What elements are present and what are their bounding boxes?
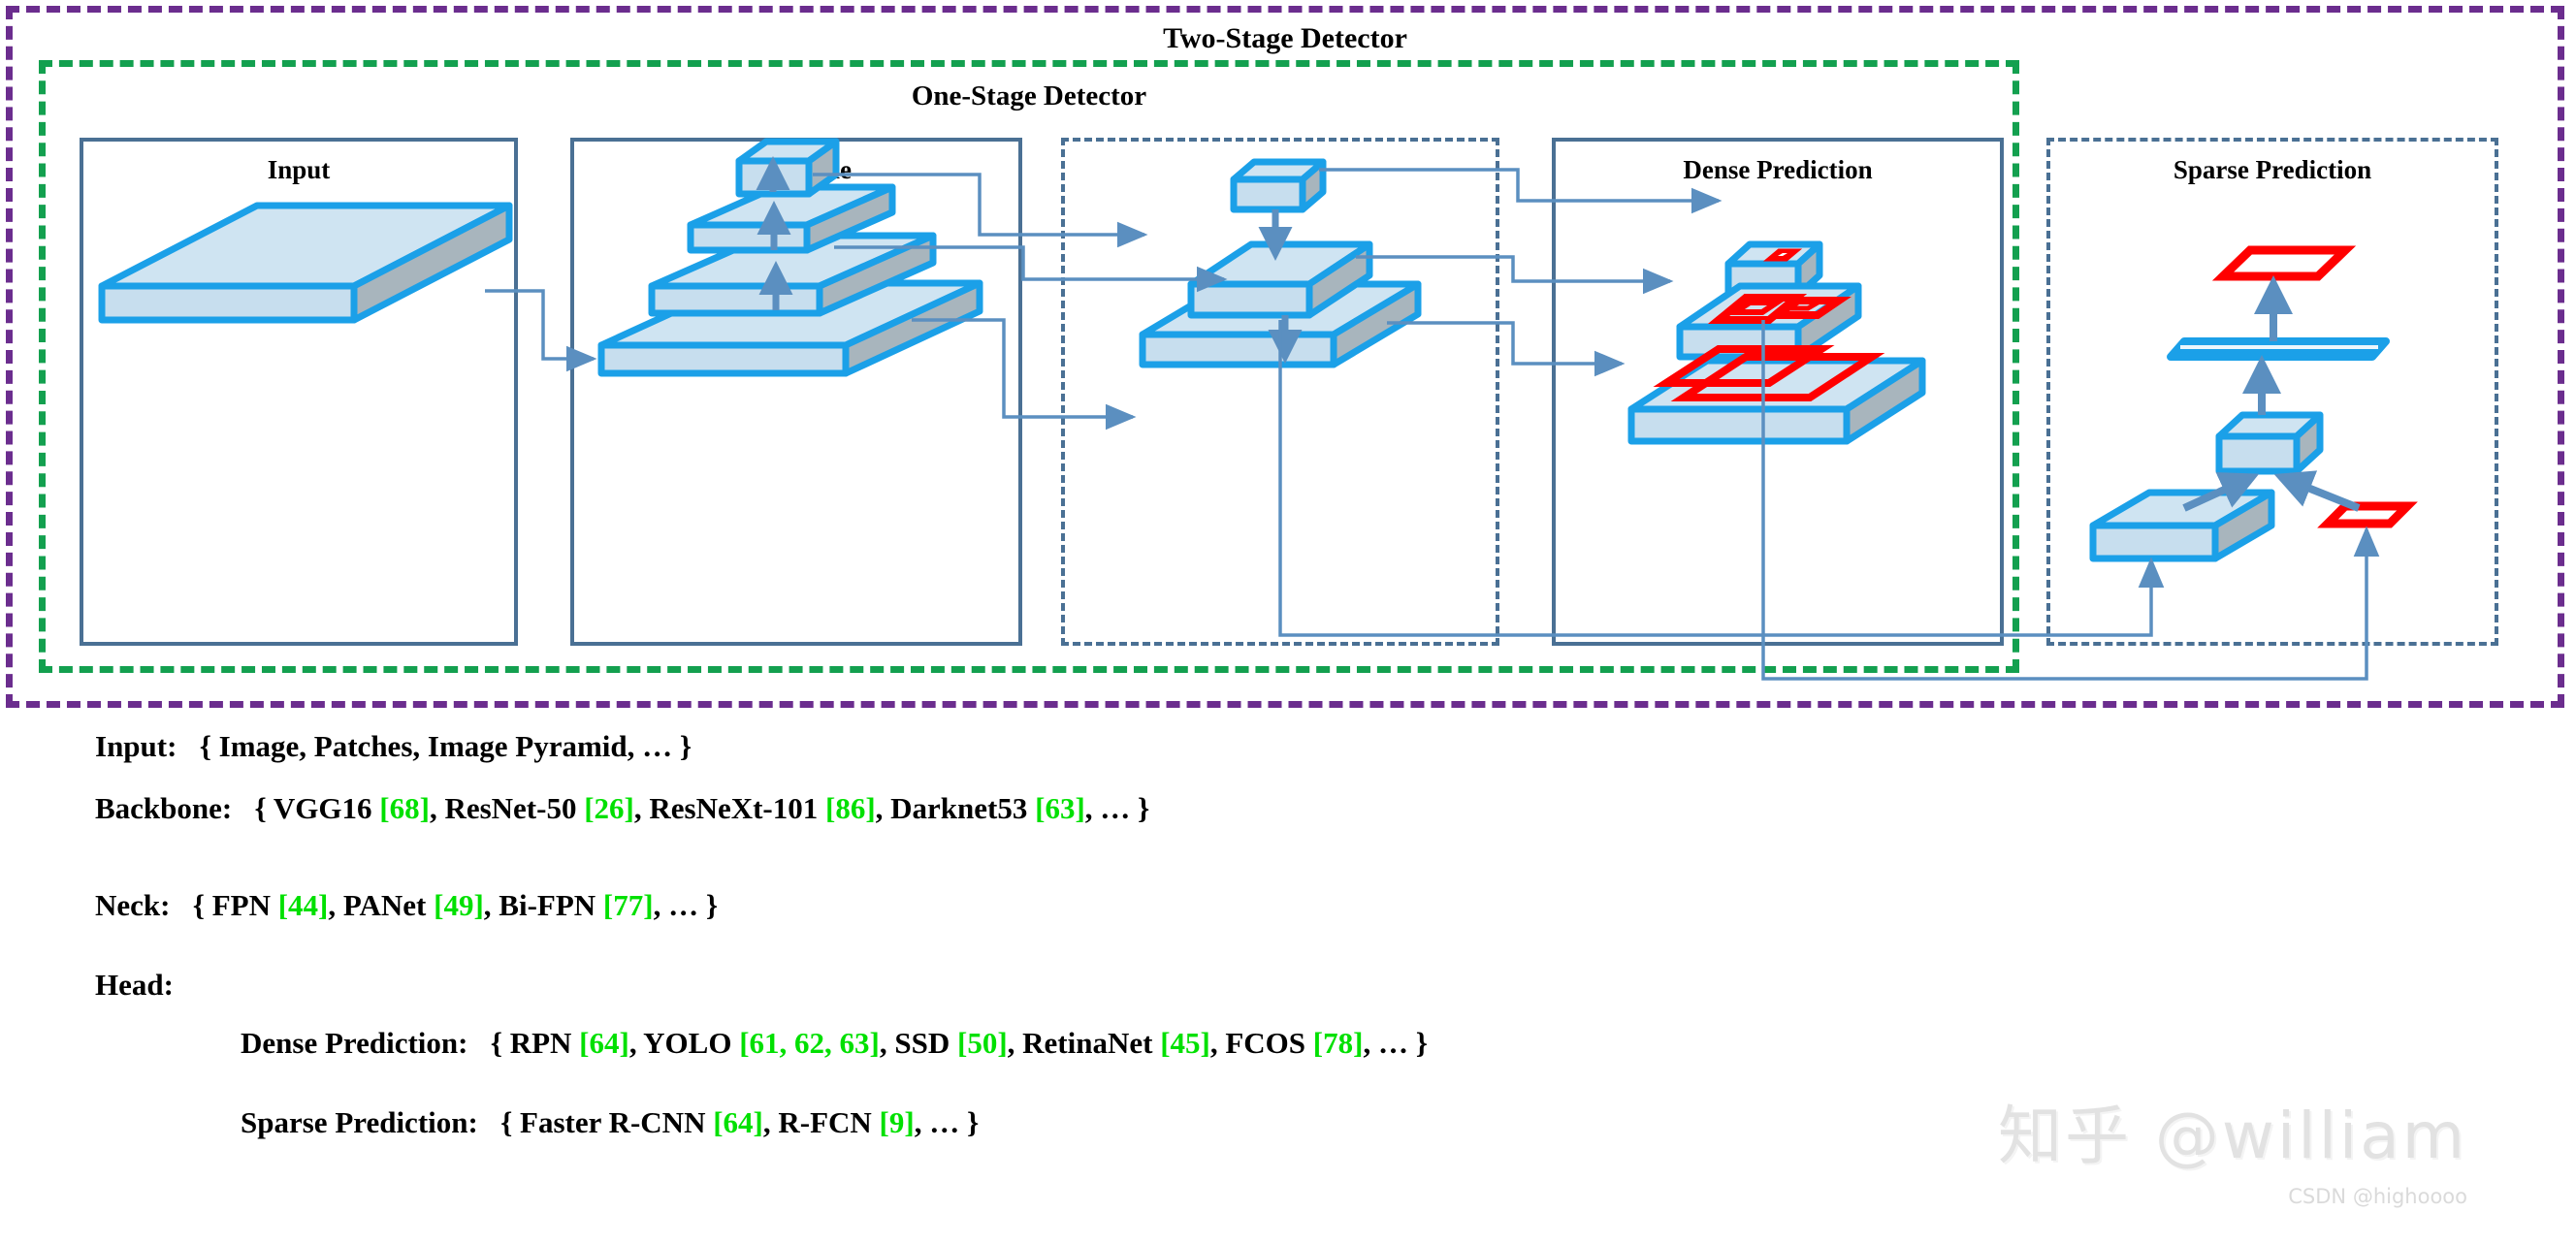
- legend-entry-name: FCOS: [1225, 1026, 1306, 1060]
- legend-entry-name: RetinaNet: [1022, 1026, 1153, 1060]
- panel-dense-prediction: Dense Prediction: [1552, 138, 2004, 646]
- legend-entry-ref: [78]: [1312, 1026, 1364, 1060]
- legend-open-backbone: {: [254, 791, 274, 825]
- legend-entry-name: R-FCN: [778, 1105, 872, 1139]
- legend-entry-ref: [44]: [277, 888, 329, 922]
- legend-label-head: Head:: [95, 968, 174, 1002]
- legend-entry-ref: [86]: [825, 791, 876, 825]
- legend-line-input: Input: { Image, Patches, Image Pyramid, …: [95, 729, 692, 764]
- legend-label-sparse: Sparse Prediction:: [241, 1105, 478, 1139]
- legend-open-sparse: {: [500, 1105, 521, 1139]
- legend-open-neck: {: [192, 888, 212, 922]
- csdn-watermark: CSDN @highoooo: [2288, 1185, 2467, 1208]
- legend-entry-ref: [63]: [1035, 791, 1085, 825]
- legend-entry-ref: [45]: [1160, 1026, 1210, 1060]
- legend-entry-ref: [9]: [879, 1105, 915, 1139]
- legend-entry-name: Darknet53: [890, 791, 1028, 825]
- legend-entry-ref: [64]: [713, 1105, 763, 1139]
- legend-open-dense: {: [490, 1026, 510, 1060]
- panel-input: Input: [80, 138, 518, 646]
- one-stage-detector-title: One-Stage Detector: [911, 80, 1147, 112]
- legend-entry-ref: [64]: [579, 1026, 629, 1060]
- legend-items-input: { Image, Patches, Image Pyramid, … }: [199, 729, 692, 763]
- panel-title-sparse: Sparse Prediction: [2173, 155, 2372, 184]
- legend-tail-dense: , … }: [1363, 1026, 1428, 1060]
- legend-entry-name: YOLO: [643, 1026, 732, 1060]
- panel-sparse-prediction: Sparse Prediction: [2046, 138, 2498, 646]
- legend-line-backbone: Backbone: { VGG16 [68], ResNet-50 [26], …: [95, 791, 1150, 825]
- panel-neck: Neck: [1061, 138, 1499, 646]
- legend-entry-ref: [61, 62, 63]: [739, 1026, 880, 1060]
- legend-entry-name: VGG16: [273, 791, 372, 825]
- panel-title-dense: Dense Prediction: [1683, 155, 1873, 184]
- legend-entry-name: Faster R-CNN: [520, 1105, 706, 1139]
- legend-entry-name: RPN: [509, 1026, 572, 1060]
- legend-entry-ref: [68]: [379, 791, 430, 825]
- legend-tail-sparse: , … }: [914, 1105, 980, 1139]
- legend-line-sparse: Sparse Prediction: { Faster R-CNN [64] , …: [241, 1105, 980, 1139]
- legend-line-neck: Neck: { FPN [44], PANet [49], Bi-FPN [77…: [95, 888, 719, 922]
- legend-entry-ref: [26]: [584, 791, 634, 825]
- legend-entry-ref: [77]: [602, 888, 654, 922]
- panel-title-input: Input: [267, 155, 331, 184]
- figure-canvas: Two-Stage Detector One-Stage Detector In…: [0, 0, 2576, 1244]
- legend-entry-name: SSD: [894, 1026, 950, 1060]
- legend-label-backbone: Backbone:: [95, 791, 233, 825]
- legend-label-neck: Neck:: [95, 888, 171, 922]
- panel-title-neck: Neck: [1251, 155, 1309, 184]
- legend-entry-ref: [49]: [434, 888, 484, 922]
- legend-label-dense: Dense Prediction:: [241, 1026, 468, 1060]
- legend-tail-neck: , … }: [653, 888, 719, 922]
- legend-entry-ref: [50]: [957, 1026, 1008, 1060]
- legend-entry-name: ResNeXt-101: [649, 791, 819, 825]
- legend-entry-name: Bi-FPN: [499, 888, 596, 922]
- panel-backbone: Backbone: [570, 138, 1022, 646]
- legend-entry-name: ResNet-50: [444, 791, 577, 825]
- legend-label-input: Input:: [95, 729, 177, 763]
- panel-title-backbone: Backbone: [740, 155, 853, 184]
- legend-line-dense: Dense Prediction: { RPN [64], YOLO [61, …: [241, 1026, 1428, 1060]
- zhihu-watermark: 知乎 @william: [1997, 1099, 2467, 1173]
- legend-entry-name: PANet: [342, 888, 427, 922]
- two-stage-detector-title: Two-Stage Detector: [1163, 22, 1407, 54]
- legend-line-head: Head:: [95, 968, 174, 1003]
- legend-entry-name: FPN: [211, 888, 271, 922]
- legend-tail-backbone: , … }: [1084, 791, 1150, 825]
